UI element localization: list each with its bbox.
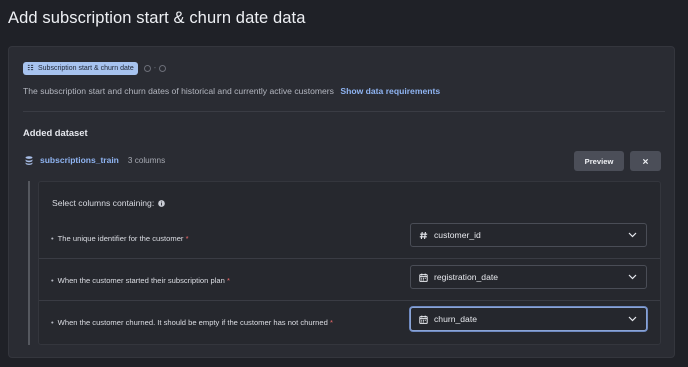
bullet: • (51, 318, 54, 327)
column-mapping-title: Select columns containing: (52, 198, 166, 208)
dataset-column-count: 3 columns (127, 155, 166, 165)
mapping-row-registration-date: • When the customer started their subscri… (39, 260, 660, 301)
required-marker: * (185, 234, 189, 243)
dataset-panel: Subscription start & churn date - The su… (8, 46, 675, 358)
registration-date-select[interactable]: registration_date (410, 265, 647, 289)
chevron-down-icon (628, 316, 637, 322)
calendar-icon (412, 273, 434, 282)
step-label: Subscription start & churn date (38, 65, 134, 72)
field-label: • When the customer churned. It should be… (51, 318, 333, 327)
row-divider (39, 300, 660, 301)
dataset-row: subscriptions_train 3 columns (25, 155, 165, 165)
description: The subscription start and churn dates o… (23, 86, 440, 96)
select-value: churn_date (434, 314, 478, 324)
dataset-name-link[interactable]: subscriptions_train (40, 155, 119, 165)
stepper: Subscription start & churn date - (23, 62, 167, 75)
columns-icon (27, 64, 34, 73)
chevron-down-icon (628, 274, 637, 280)
select-value: registration_date (434, 272, 499, 282)
field-label-text: The unique identifier for the customer (57, 234, 184, 243)
database-icon (25, 155, 33, 165)
field-label-text: When the customer churned. It should be … (57, 318, 328, 327)
field-label: • When the customer started their subscri… (51, 276, 230, 285)
bullet: • (51, 234, 54, 243)
column-mapping-card: Select columns containing: • The unique i… (38, 181, 661, 345)
select-value: customer_id (434, 230, 481, 240)
churn-date-select[interactable]: churn_date (410, 307, 647, 331)
field-label-text: When the customer started their subscrip… (57, 276, 225, 285)
description-text: The subscription start and churn dates o… (23, 86, 334, 96)
mapping-row-churn-date: • When the customer churned. It should be… (39, 302, 660, 343)
step-dot-3[interactable] (159, 65, 167, 72)
show-data-requirements-link[interactable]: Show data requirements (340, 86, 440, 96)
info-icon[interactable] (154, 199, 166, 207)
step-dot-2[interactable] (143, 65, 151, 72)
step-separator: - (153, 65, 157, 72)
field-label: • The unique identifier for the customer … (51, 234, 189, 243)
mapping-row-customer-id: • The unique identifier for the customer … (39, 218, 660, 259)
customer-id-select[interactable]: customer_id (410, 223, 647, 247)
close-icon (642, 152, 649, 170)
bullet: • (51, 276, 54, 285)
nesting-indicator (28, 181, 30, 345)
divider (23, 111, 665, 112)
added-dataset-title: Added dataset (23, 127, 88, 138)
column-mapping-title-text: Select columns containing: (52, 198, 155, 208)
remove-dataset-button[interactable] (630, 151, 661, 171)
chevron-down-icon (628, 232, 637, 238)
hash-icon (412, 231, 434, 240)
preview-button[interactable]: Preview (574, 151, 624, 171)
page-title: Add subscription start & churn date data (8, 9, 306, 27)
row-divider (39, 258, 660, 259)
required-marker: * (329, 318, 333, 327)
calendar-icon (412, 315, 434, 324)
step-badge-active[interactable]: Subscription start & churn date (23, 62, 138, 75)
required-marker: * (226, 276, 230, 285)
